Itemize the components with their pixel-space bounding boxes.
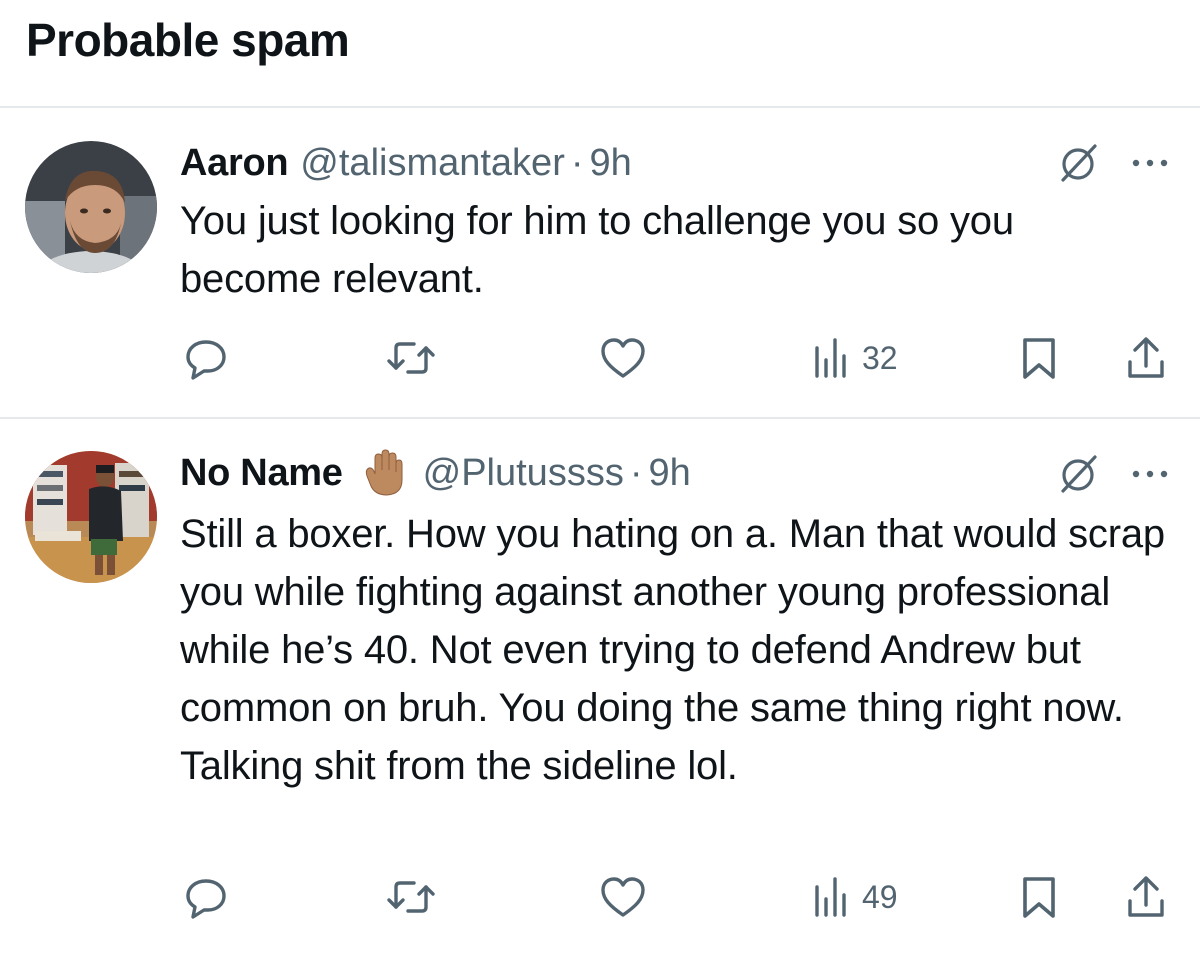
grok-icon[interactable] [1055,451,1101,497]
views-count: 49 [862,879,898,915]
share-button[interactable] [1124,873,1168,921]
avatar[interactable] [25,451,157,583]
tweet-text: Still a boxer. How you hating on a. Man … [180,512,1165,788]
tweet[interactable]: Aaron @talismantaker · 9h You just looki… [0,108,1200,418]
tweet[interactable]: No Name @Plutussss · 9h Still a boxer. H… [0,419,1200,958]
raised-hand-emoji [365,449,403,496]
reply-button[interactable] [182,873,230,921]
bookmark-button[interactable] [1018,873,1060,921]
section-title: Probable spam [26,14,350,66]
retweet-icon [387,881,435,913]
separator: · [629,452,643,494]
avatar[interactable] [25,141,157,273]
timestamp[interactable]: 9h [648,448,690,498]
views-icon [815,338,846,378]
display-name[interactable]: No Name [180,448,343,498]
views-icon [815,877,846,917]
bookmark-button[interactable] [1018,334,1060,382]
like-icon [601,877,645,917]
like-button[interactable] [598,334,648,382]
reply-button[interactable] [182,334,230,382]
tweet-header: Aaron @talismantaker · 9h [180,138,632,188]
user-handle[interactable]: @talismantaker [300,138,565,188]
like-button[interactable] [598,873,648,921]
timestamp[interactable]: 9h [590,138,632,188]
tweet-header: No Name @Plutussss · 9h [180,448,691,498]
share-icon [1128,337,1164,378]
separator: · [570,142,584,184]
views-button[interactable]: 49 [812,873,898,921]
more-icon[interactable] [1128,459,1172,489]
retweet-button[interactable] [384,334,438,382]
bookmark-icon [1023,877,1055,918]
reply-icon [186,340,226,380]
like-icon [601,338,645,378]
share-icon [1128,876,1164,917]
tweet-text: You just looking for him to challenge yo… [180,199,1014,301]
reply-icon [186,879,226,919]
user-handle[interactable]: @Plutussss [423,448,624,498]
display-name[interactable]: Aaron [180,138,289,188]
more-icon[interactable] [1128,148,1172,178]
retweet-icon [387,342,435,374]
views-button[interactable]: 32 [812,334,898,382]
retweet-button[interactable] [384,873,438,921]
share-button[interactable] [1124,334,1168,382]
grok-icon[interactable] [1055,140,1101,186]
bookmark-icon [1023,338,1055,379]
views-count: 32 [862,340,898,376]
